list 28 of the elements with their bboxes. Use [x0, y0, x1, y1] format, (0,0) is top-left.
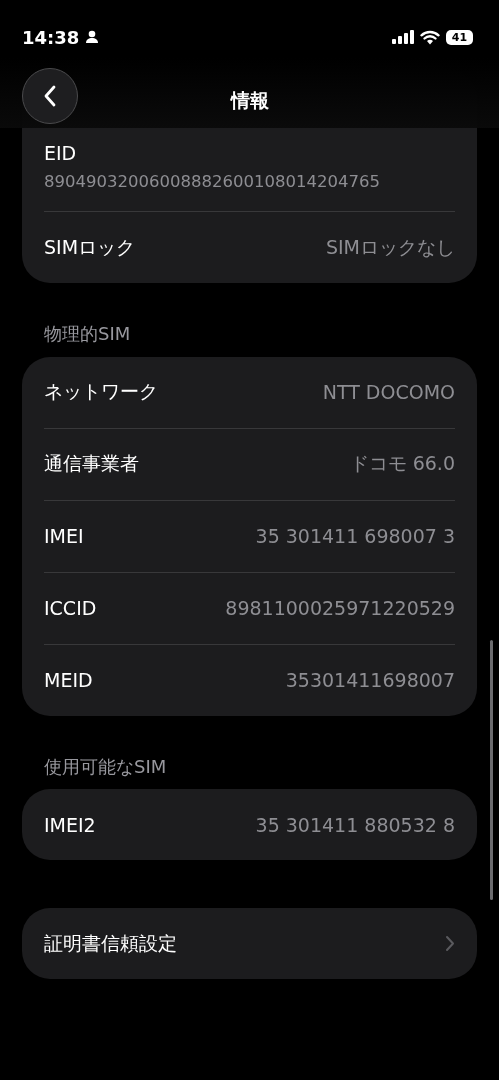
section-header: 物理的SIM [43, 322, 132, 346]
chevron-icon [445, 935, 455, 953]
row-value: 35 301411 698007 3 [255, 525, 455, 548]
wifi-icon [420, 29, 440, 45]
row-value: 35 301411 880532 8 [255, 813, 455, 836]
row-label: SIMロック [44, 234, 136, 260]
section-header: 使用可能なSIM [43, 754, 168, 779]
signal-icon [392, 30, 414, 44]
row-value: 89049032006008882600108014204765 [44, 172, 380, 191]
row-label: ネットワーク [44, 379, 158, 405]
row-label: 通信事業者 [44, 451, 139, 477]
nav-title: 情報 [230, 88, 269, 113]
row-value: NTT DOCOMO [322, 381, 455, 404]
row-label: IMEI [44, 525, 84, 548]
row-label: ICCID [44, 597, 97, 620]
row-value: 35301411698007 [285, 669, 455, 692]
row-label: MEID [44, 669, 93, 692]
row-value: ドコモ 66.0 [349, 451, 455, 477]
back-button[interactable] [22, 68, 78, 124]
status-time: 14:38 [22, 26, 80, 48]
row-label[interactable]: 証明書信頼設定 [44, 930, 177, 957]
battery-icon: 41 [446, 29, 473, 45]
row-label: IMEI2 [44, 813, 96, 836]
row-value: SIMロックなし [325, 234, 455, 260]
row-value: 8981100025971220529 [225, 597, 455, 620]
person-icon [85, 30, 100, 44]
row-label: EID [44, 142, 77, 164]
back-icon [43, 84, 57, 108]
